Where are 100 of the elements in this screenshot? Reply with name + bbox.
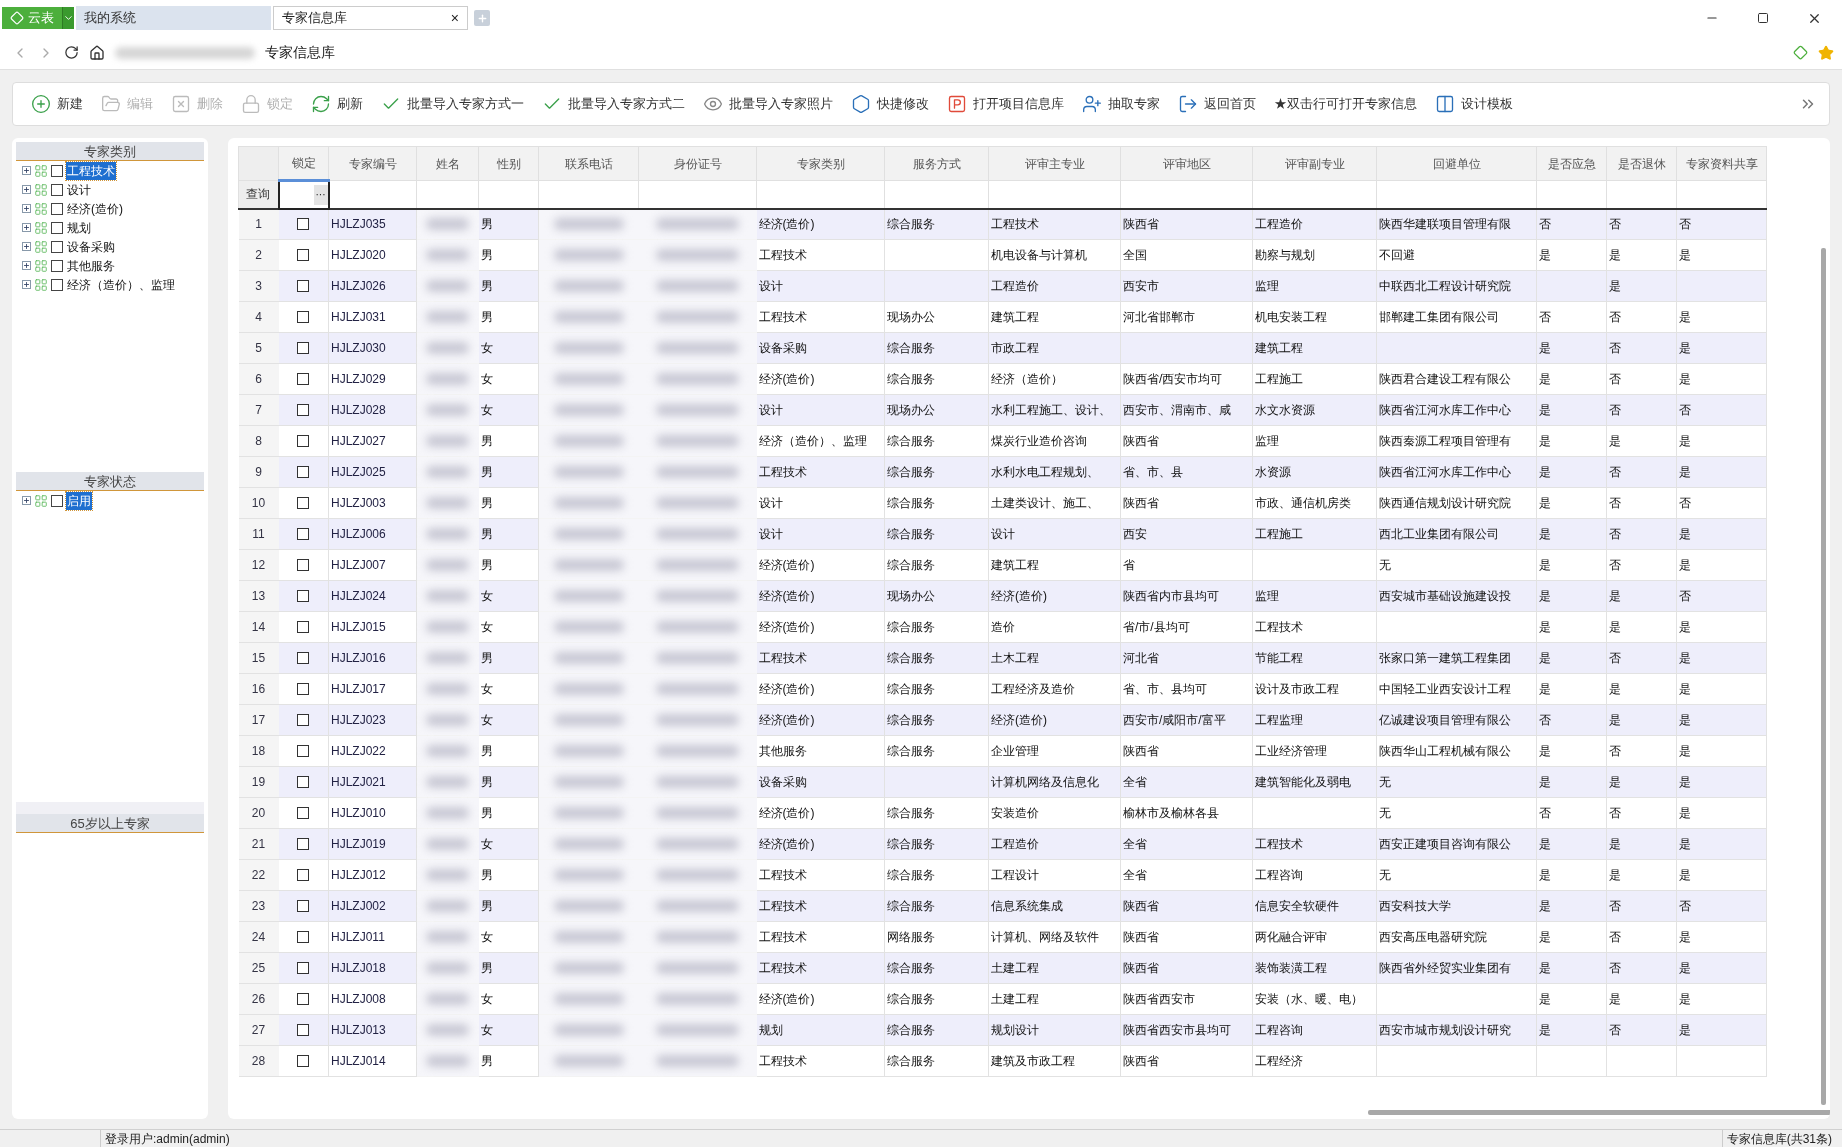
- table-cell: HJLZJ030: [331, 341, 386, 355]
- column-header[interactable]: 专家资料共享: [1676, 146, 1767, 181]
- lock-checkbox[interactable]: [297, 249, 310, 261]
- tree-item[interactable]: 设计: [66, 180, 92, 199]
- tree-item[interactable]: 工程技术: [66, 161, 116, 180]
- toolbar-button[interactable]: 返回首页: [1172, 88, 1262, 120]
- tab[interactable]: 我的系统: [76, 6, 271, 30]
- expand-icon[interactable]: [22, 223, 31, 232]
- column-header[interactable]: 联系电话: [538, 146, 639, 181]
- tree-checkbox[interactable]: [51, 164, 63, 177]
- column-header[interactable]: 是否应急: [1536, 146, 1607, 181]
- redacted-blur: [426, 683, 470, 695]
- column-header[interactable]: 评审主专业: [988, 146, 1121, 181]
- column-header[interactable]: 性别: [478, 146, 539, 181]
- dropdown-icon[interactable]: [62, 7, 74, 29]
- lock-checkbox[interactable]: [297, 497, 310, 509]
- horizontal-scrollbar[interactable]: [1368, 1110, 1830, 1115]
- diamond-icon[interactable]: [1793, 45, 1808, 60]
- lock-checkbox[interactable]: [297, 652, 310, 664]
- toolbar-button[interactable]: 打开项目信息库: [941, 88, 1070, 120]
- tree-item[interactable]: 规划: [66, 218, 92, 237]
- lock-checkbox[interactable]: [297, 962, 310, 974]
- table-cell: 经济(造价): [991, 589, 1047, 603]
- table-cell: 工程造价: [991, 837, 1039, 851]
- lock-checkbox[interactable]: [297, 621, 310, 633]
- tree-checkbox[interactable]: [51, 221, 63, 234]
- toolbar-button[interactable]: 设计模板: [1429, 88, 1519, 120]
- column-header[interactable]: 服务方式: [884, 146, 989, 181]
- lock-checkbox[interactable]: [297, 776, 310, 788]
- redacted-blur: [553, 745, 624, 757]
- column-header[interactable]: 是否退休: [1606, 146, 1677, 181]
- toolbar-button[interactable]: 抽取专家: [1076, 88, 1166, 120]
- table-cell: HJLZJ029: [331, 372, 386, 386]
- column-header[interactable]: 身份证号: [638, 146, 757, 181]
- column-header[interactable]: 评审副专业: [1252, 146, 1377, 181]
- column-header[interactable]: 专家编号: [328, 146, 417, 181]
- expand-icon[interactable]: [22, 261, 31, 270]
- lock-checkbox[interactable]: [297, 931, 310, 943]
- tree-item[interactable]: 设备采购: [66, 237, 116, 256]
- lock-checkbox[interactable]: [297, 311, 310, 323]
- lock-checkbox[interactable]: [297, 1055, 310, 1067]
- lock-checkbox[interactable]: [297, 869, 310, 881]
- lock-checkbox[interactable]: [297, 838, 310, 850]
- tree-item[interactable]: 启用: [66, 491, 92, 510]
- lock-checkbox[interactable]: [297, 745, 310, 757]
- tab-close-button[interactable]: ×: [450, 7, 459, 29]
- toolbar-button[interactable]: 刷新: [305, 88, 369, 120]
- vertical-scrollbar[interactable]: [1821, 248, 1826, 1105]
- table-cell: 陕西华山工程机械有限公: [1379, 744, 1511, 758]
- toolbar-button[interactable]: 新建: [25, 88, 89, 120]
- tree-item[interactable]: 经济(造价): [66, 199, 124, 218]
- expand-icon[interactable]: [22, 496, 31, 505]
- toolbar-button[interactable]: 批量导入专家照片: [697, 88, 839, 120]
- tree-checkbox[interactable]: [51, 183, 63, 196]
- lock-checkbox[interactable]: [297, 466, 310, 478]
- table-cell: 现场办公: [887, 310, 935, 324]
- filter-picker-button[interactable]: ···: [313, 184, 328, 205]
- tab[interactable]: 专家信息库 ×: [273, 6, 468, 30]
- expand-icon[interactable]: [22, 280, 31, 289]
- tree-checkbox[interactable]: [51, 240, 63, 253]
- lock-checkbox[interactable]: [297, 218, 310, 231]
- maximize-icon[interactable]: [1757, 12, 1769, 24]
- lock-checkbox[interactable]: [297, 807, 310, 819]
- toolbar-button[interactable]: 批量导入专家方式二: [536, 88, 691, 120]
- lock-checkbox[interactable]: [297, 714, 310, 726]
- tree-checkbox[interactable]: [51, 202, 63, 215]
- lock-checkbox[interactable]: [297, 590, 310, 602]
- tree-checkbox[interactable]: [51, 259, 63, 272]
- lock-checkbox[interactable]: [297, 373, 310, 385]
- lock-checkbox[interactable]: [297, 404, 310, 416]
- toolbar-button[interactable]: ★双击行可打开专家信息: [1268, 88, 1423, 120]
- star-icon[interactable]: [1818, 44, 1834, 61]
- lock-checkbox[interactable]: [297, 342, 310, 354]
- app-logo-icon: [10, 11, 24, 25]
- expand-icon[interactable]: [22, 204, 31, 213]
- tree-item[interactable]: 经济（造价）、监理: [66, 275, 176, 294]
- home-icon[interactable]: [89, 44, 105, 61]
- lock-checkbox[interactable]: [297, 1024, 310, 1036]
- reload-icon[interactable]: [64, 45, 79, 60]
- column-header[interactable]: 锁定: [278, 146, 329, 181]
- row-number: 5: [238, 332, 279, 364]
- lock-checkbox[interactable]: [297, 280, 310, 292]
- lock-checkbox[interactable]: [297, 683, 310, 695]
- expand-icon[interactable]: [22, 166, 31, 175]
- lock-checkbox[interactable]: [297, 900, 310, 912]
- lock-checkbox[interactable]: [297, 559, 310, 571]
- tree-checkbox[interactable]: [51, 494, 63, 507]
- lock-checkbox[interactable]: [297, 435, 310, 447]
- toolbar-button[interactable]: 快捷修改: [845, 88, 935, 120]
- column-header[interactable]: 专家类别: [756, 146, 885, 181]
- toolbar-button[interactable]: 批量导入专家方式一: [375, 88, 530, 120]
- tree-item[interactable]: 其他服务: [66, 256, 116, 275]
- column-header[interactable]: 回避单位: [1376, 146, 1537, 181]
- column-header[interactable]: 评审地区: [1120, 146, 1253, 181]
- lock-checkbox[interactable]: [297, 528, 310, 540]
- column-header[interactable]: 姓名: [416, 146, 479, 181]
- expand-icon[interactable]: [22, 242, 31, 251]
- lock-checkbox[interactable]: [297, 993, 310, 1005]
- expand-icon[interactable]: [22, 185, 31, 194]
- tree-checkbox[interactable]: [51, 278, 63, 291]
